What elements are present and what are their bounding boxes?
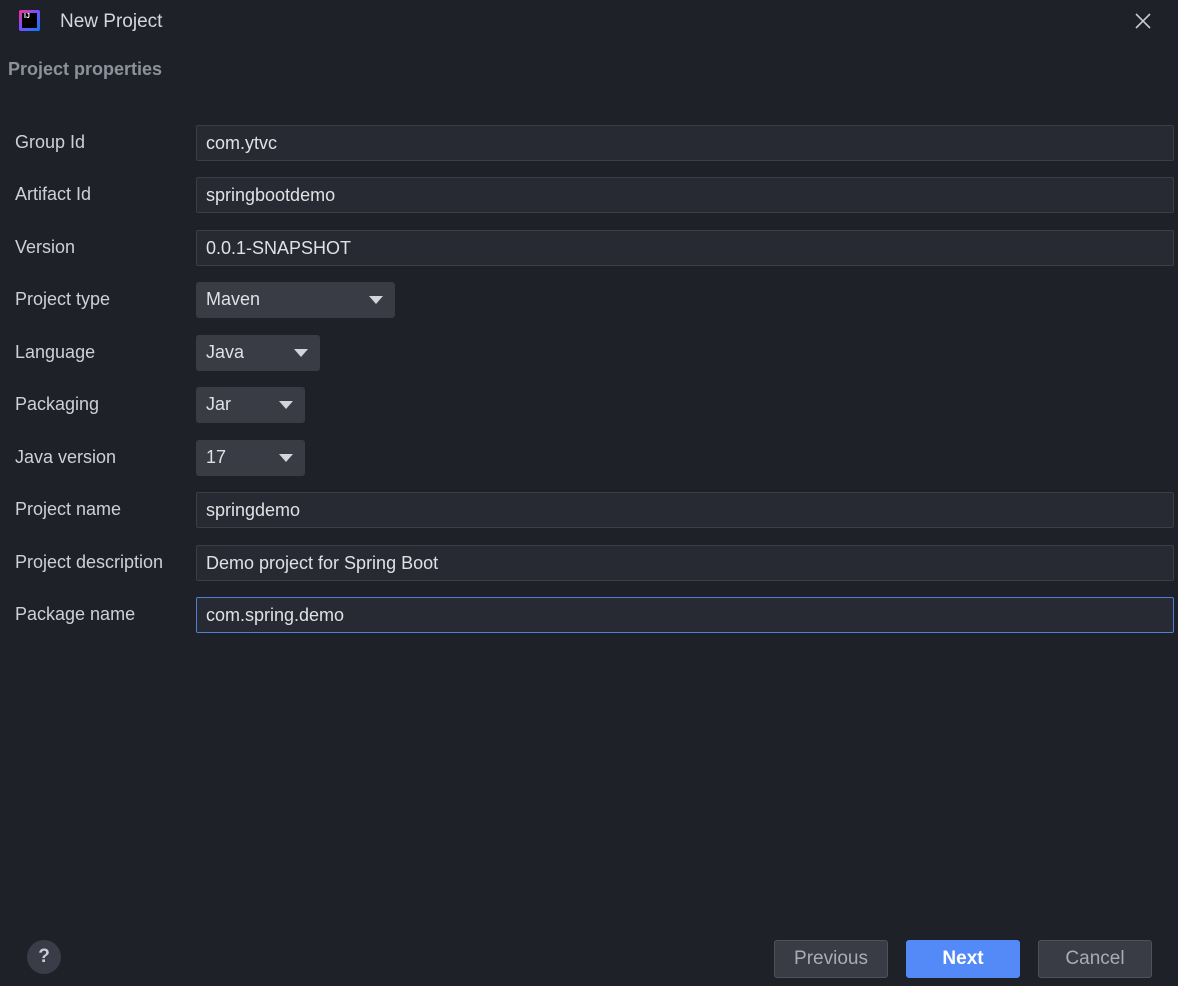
project-name-row: Project name <box>0 492 1178 528</box>
project-type-row: Project type Maven <box>0 282 1178 318</box>
chevron-down-icon <box>279 454 293 462</box>
project-name-label: Project name <box>15 499 122 519</box>
artifact-id-input[interactable] <box>196 177 1174 213</box>
version-input[interactable] <box>196 230 1174 266</box>
version-label: Version <box>15 237 76 257</box>
chevron-down-icon <box>294 349 308 357</box>
intellij-idea-icon: IJ <box>19 10 40 31</box>
project-type-select[interactable]: Maven <box>196 282 395 318</box>
cancel-button[interactable]: Cancel <box>1038 940 1152 978</box>
java-version-label: Java version <box>15 447 117 467</box>
packaging-row: Packaging Jar <box>0 387 1178 423</box>
chevron-down-icon <box>279 401 293 409</box>
java-version-row: Java version 17 <box>0 440 1178 476</box>
help-button[interactable]: ? <box>27 940 61 974</box>
project-description-input[interactable] <box>196 545 1174 581</box>
next-button[interactable]: Next <box>906 940 1020 978</box>
previous-button[interactable]: Previous <box>774 940 888 978</box>
package-name-input[interactable] <box>196 597 1174 633</box>
project-description-row: Project description <box>0 545 1178 581</box>
language-select[interactable]: Java <box>196 335 320 371</box>
project-type-label: Project type <box>15 289 111 309</box>
packaging-label: Packaging <box>15 394 100 414</box>
packaging-value: Jar <box>206 394 232 414</box>
package-name-label: Package name <box>15 604 136 624</box>
language-row: Language Java <box>0 335 1178 371</box>
language-value: Java <box>206 342 245 362</box>
language-label: Language <box>15 342 96 362</box>
chevron-down-icon <box>369 296 383 304</box>
group-id-input[interactable] <box>196 125 1174 161</box>
title-bar: IJ New Project <box>0 0 1178 44</box>
packaging-select[interactable]: Jar <box>196 387 305 423</box>
project-type-value: Maven <box>206 289 261 309</box>
java-version-value: 17 <box>206 447 227 467</box>
package-name-row: Package name <box>0 597 1178 633</box>
close-button[interactable] <box>1131 10 1155 34</box>
close-icon <box>1135 13 1151 29</box>
artifact-id-row: Artifact Id <box>0 177 1178 213</box>
project-name-input[interactable] <box>196 492 1174 528</box>
section-title: Project properties <box>8 59 163 79</box>
artifact-id-label: Artifact Id <box>15 184 92 204</box>
project-description-label: Project description <box>15 552 164 572</box>
version-row: Version <box>0 230 1178 266</box>
group-id-row: Group Id <box>0 125 1178 161</box>
group-id-label: Group Id <box>15 132 86 152</box>
window-title: New Project <box>60 11 163 32</box>
java-version-select[interactable]: 17 <box>196 440 305 476</box>
